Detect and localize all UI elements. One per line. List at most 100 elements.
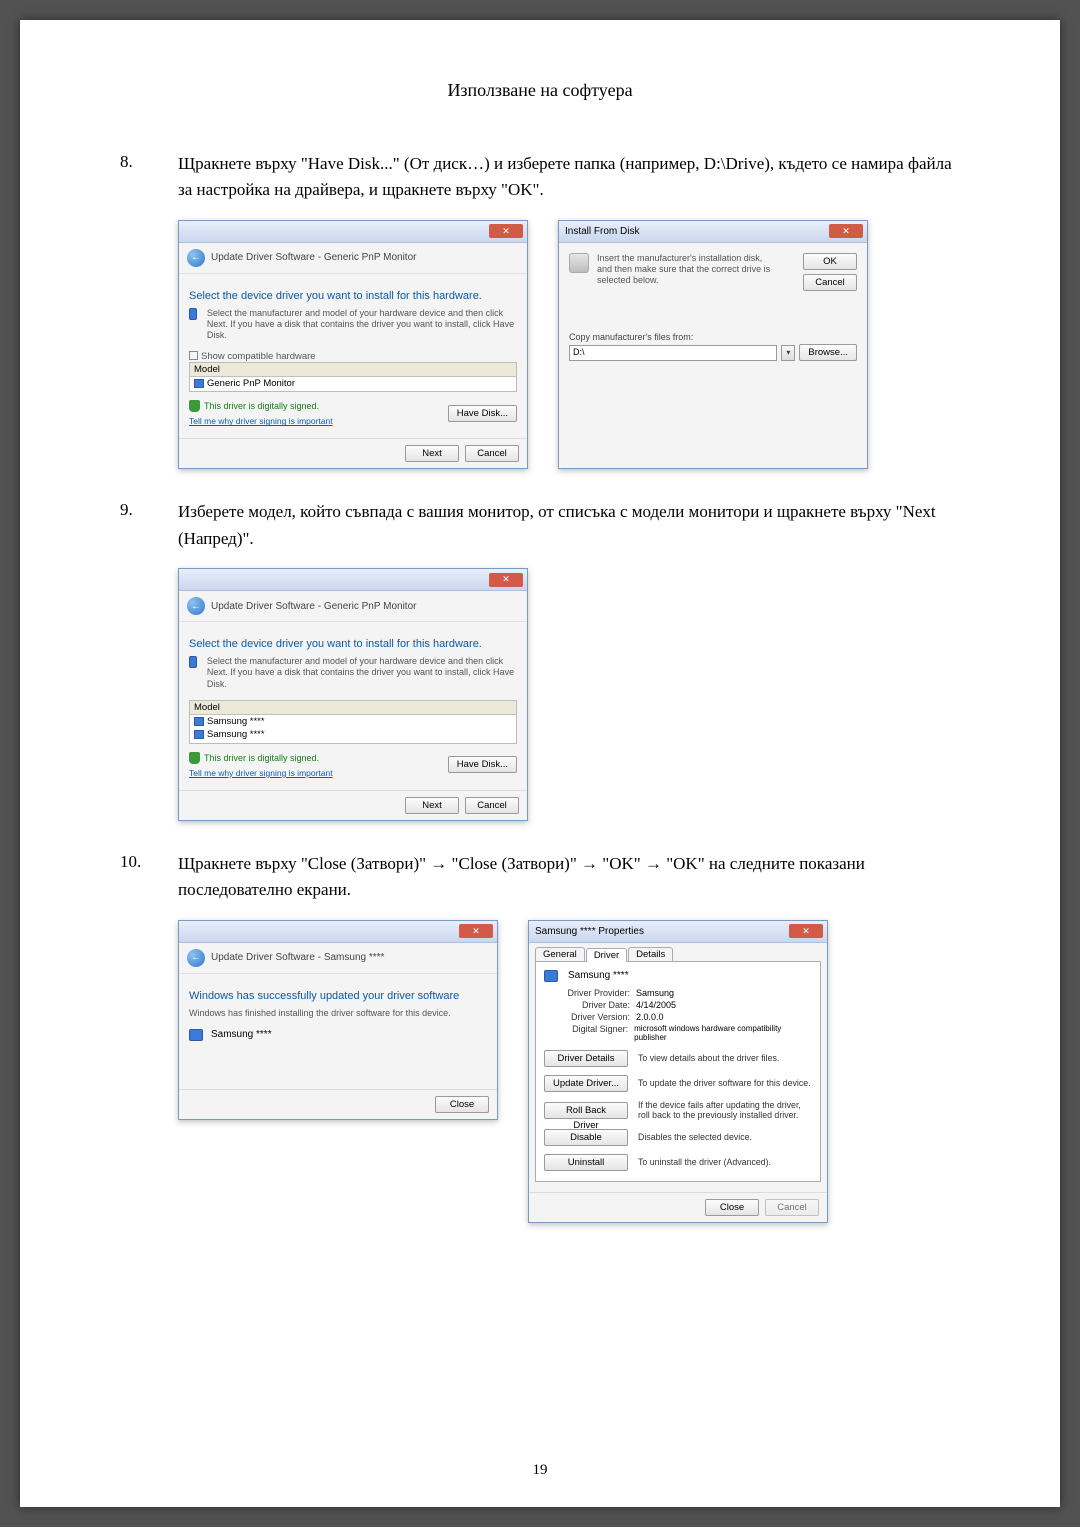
cancel-button[interactable]: Cancel	[465, 445, 519, 462]
list-item[interactable]: Generic PnP Monitor	[190, 377, 516, 390]
ok-button[interactable]: OK	[803, 253, 857, 270]
dialog-heading: Windows has successfully updated your dr…	[189, 990, 487, 1002]
tab-driver[interactable]: Driver	[586, 948, 627, 962]
breadcrumb-bar: ← Update Driver Software - Generic PnP M…	[179, 591, 527, 622]
dialog-subtext: Select the manufacturer and model of you…	[207, 308, 517, 342]
back-icon[interactable]: ←	[187, 249, 205, 267]
rollback-driver-button[interactable]: Roll Back Driver	[544, 1102, 628, 1119]
breadcrumb-text: Update Driver Software - Samsung ****	[211, 952, 384, 963]
signing-link[interactable]: Tell me why driver signing is important	[189, 416, 333, 426]
step-number: 8.	[120, 151, 178, 204]
model-name: Samsung ****	[207, 729, 265, 740]
cancel-button[interactable]: Cancel	[465, 797, 519, 814]
have-disk-button[interactable]: Have Disk...	[448, 756, 517, 773]
model-list[interactable]: Model Samsung **** Samsung ****	[189, 700, 517, 744]
window-title: Samsung **** Properties	[535, 926, 644, 937]
model-name: Samsung ****	[207, 716, 265, 727]
step-9: 9. Изберете модел, който съвпада с вашия…	[120, 499, 960, 820]
cancel-button[interactable]: Cancel	[803, 274, 857, 291]
list-header: Model	[190, 701, 516, 715]
dialog-message: Insert the manufacturer's installation d…	[597, 253, 777, 287]
window-titlebar: Install From Disk ✕	[559, 221, 867, 243]
signed-text: This driver is digitally signed.	[204, 401, 319, 411]
dialog-heading: Select the device driver you want to ins…	[189, 638, 517, 650]
path-field[interactable]: D:\	[569, 345, 777, 361]
step-8: 8. Щракнете върху "Have Disk..." (От дис…	[120, 151, 960, 469]
driver-details-button[interactable]: Driver Details	[544, 1050, 628, 1067]
breadcrumb-bar: ← Update Driver Software - Samsung ****	[179, 943, 497, 974]
next-button[interactable]: Next	[405, 797, 459, 814]
dialog-update-success: ✕ ← Update Driver Software - Samsung ***…	[178, 920, 498, 1120]
value: 4/14/2005	[636, 1000, 676, 1010]
button-desc: To view details about the driver files.	[638, 1053, 779, 1064]
dialog-install-from-disk: Install From Disk ✕ Insert the manufactu…	[558, 220, 868, 470]
dialog-update-driver-havedisk: ✕ ← Update Driver Software - Generic PnP…	[178, 220, 528, 470]
step-10: 10. Щракнете върху "Close (Затвори)" → "…	[120, 851, 960, 1223]
close-icon[interactable]: ✕	[829, 224, 863, 238]
step-text: Щракнете върху "Have Disk..." (От диск…)…	[178, 151, 960, 204]
close-icon[interactable]: ✕	[489, 573, 523, 587]
value: 2.0.0.0	[636, 1012, 664, 1022]
tab-general[interactable]: General	[535, 947, 585, 961]
list-item[interactable]: Samsung ****	[190, 728, 516, 741]
checkbox-row[interactable]: Show compatible hardware	[189, 351, 517, 362]
monitor-icon	[194, 717, 204, 726]
signed-text: This driver is digitally signed.	[204, 753, 319, 763]
device-name: Samsung ****	[568, 970, 629, 981]
label: Driver Provider:	[544, 988, 630, 998]
close-button[interactable]: Close	[435, 1096, 489, 1113]
uninstall-button[interactable]: Uninstall	[544, 1154, 628, 1171]
close-button[interactable]: Close	[705, 1199, 759, 1216]
window-title: Install From Disk	[565, 226, 639, 237]
shield-icon	[189, 400, 200, 412]
list-item[interactable]: Samsung ****	[190, 715, 516, 728]
have-disk-button[interactable]: Have Disk...	[448, 405, 517, 422]
device-name: Samsung ****	[211, 1029, 272, 1040]
value: microsoft windows hardware compatibility…	[634, 1024, 812, 1042]
close-icon[interactable]: ✕	[459, 924, 493, 938]
window-titlebar: ✕	[179, 569, 527, 591]
browse-button[interactable]: Browse...	[799, 344, 857, 361]
dialog-subtext: Windows has finished installing the driv…	[189, 1008, 487, 1019]
monitor-icon	[189, 656, 197, 668]
button-desc: To update the driver software for this d…	[638, 1078, 811, 1089]
step-text: Щракнете върху "Close (Затвори)" → "Clos…	[178, 851, 960, 904]
model-list[interactable]: Model Generic PnP Monitor	[189, 362, 517, 392]
close-icon[interactable]: ✕	[489, 224, 523, 238]
document-page: Използване на софтуера 8. Щракнете върху…	[20, 20, 1060, 1507]
dialog-device-properties: Samsung **** Properties ✕ General Driver…	[528, 920, 828, 1223]
button-desc: If the device fails after updating the d…	[638, 1100, 812, 1121]
copy-from-label: Copy manufacturer's files from:	[569, 332, 857, 342]
dialog-update-driver-select-model: ✕ ← Update Driver Software - Generic PnP…	[178, 568, 528, 821]
shield-icon	[189, 752, 200, 764]
monitor-icon	[544, 970, 558, 982]
checkbox-icon[interactable]	[189, 351, 198, 360]
window-titlebar: Samsung **** Properties ✕	[529, 921, 827, 943]
breadcrumb-bar: ← Update Driver Software - Generic PnP M…	[179, 243, 527, 274]
disk-icon	[569, 253, 589, 273]
monitor-icon	[194, 379, 204, 388]
chevron-down-icon[interactable]: ▾	[781, 345, 795, 361]
button-desc: To uninstall the driver (Advanced).	[638, 1157, 771, 1168]
step-number: 9.	[120, 499, 178, 552]
button-desc: Disables the selected device.	[638, 1132, 752, 1143]
tab-panel-driver: Samsung **** Driver Provider:Samsung Dri…	[535, 961, 821, 1182]
checkbox-label: Show compatible hardware	[201, 351, 316, 362]
signing-link[interactable]: Tell me why driver signing is important	[189, 768, 333, 778]
dialog-subtext: Select the manufacturer and model of you…	[207, 656, 517, 690]
list-header: Model	[190, 363, 516, 377]
back-icon[interactable]: ←	[187, 949, 205, 967]
next-button[interactable]: Next	[405, 445, 459, 462]
label: Driver Version:	[544, 1012, 630, 1022]
tab-details[interactable]: Details	[628, 947, 673, 961]
update-driver-button[interactable]: Update Driver...	[544, 1075, 628, 1092]
breadcrumb-text: Update Driver Software - Generic PnP Mon…	[211, 252, 416, 263]
page-header: Използване на софтуера	[120, 80, 960, 101]
close-icon[interactable]: ✕	[789, 924, 823, 938]
window-titlebar: ✕	[179, 221, 527, 243]
breadcrumb-text: Update Driver Software - Generic PnP Mon…	[211, 601, 416, 612]
model-name: Generic PnP Monitor	[207, 378, 295, 389]
disable-button[interactable]: Disable	[544, 1129, 628, 1146]
back-icon[interactable]: ←	[187, 597, 205, 615]
step-text: Изберете модел, който съвпада с вашия мо…	[178, 499, 960, 552]
